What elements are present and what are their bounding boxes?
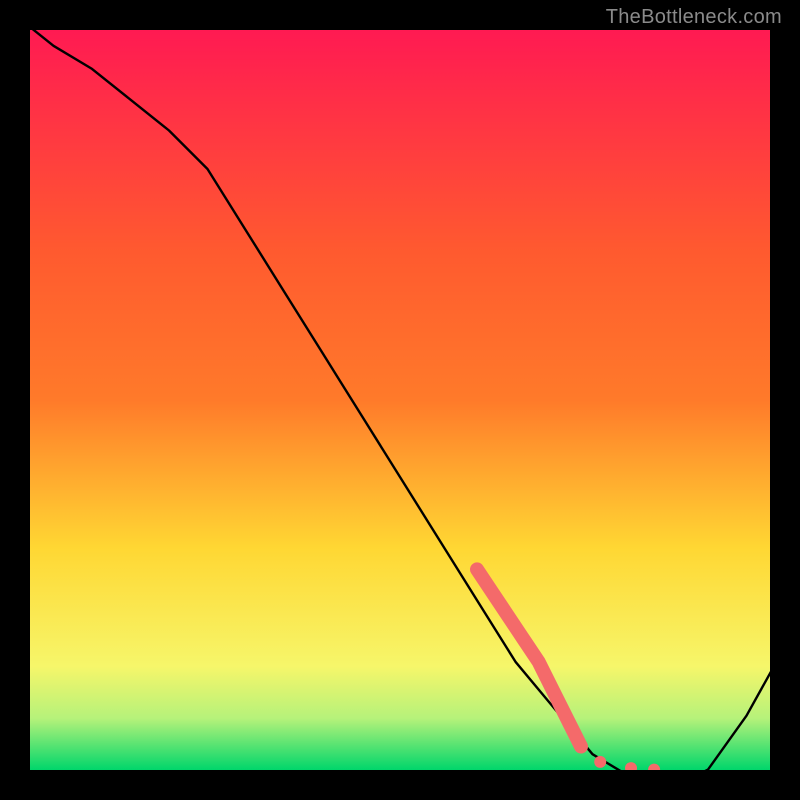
plot-background	[30, 30, 770, 770]
bottleneck-chart: TheBottleneck.com	[0, 0, 800, 800]
chart-svg	[0, 0, 800, 800]
watermark-text: TheBottleneck.com	[606, 6, 782, 29]
marker-dot-0	[594, 756, 606, 768]
